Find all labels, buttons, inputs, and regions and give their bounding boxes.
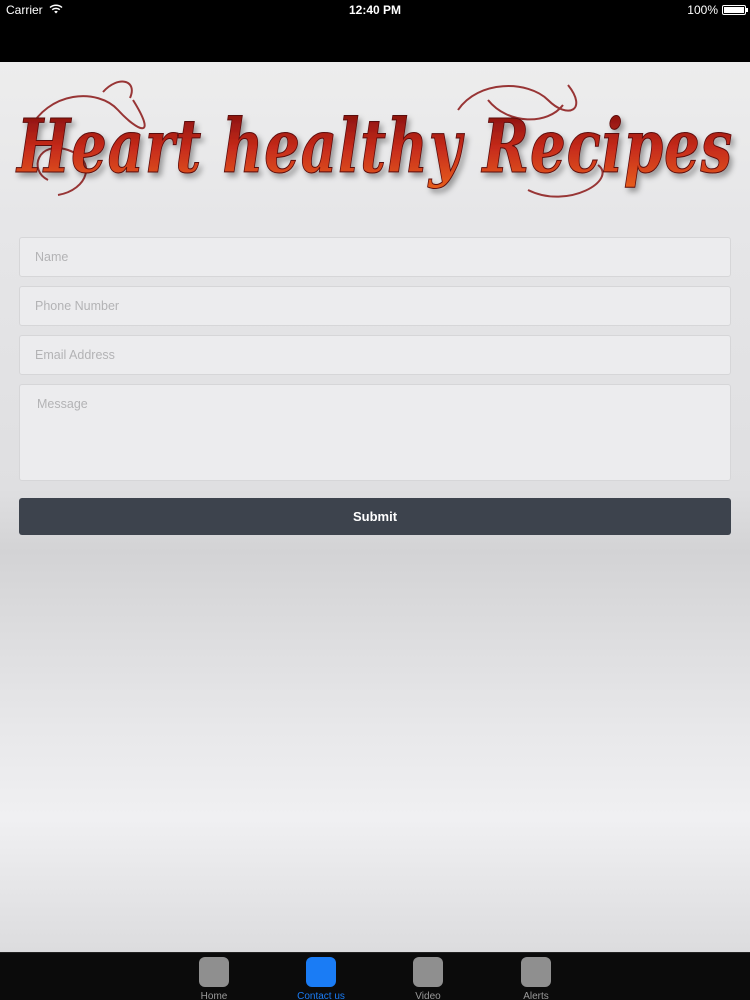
tab-alerts-label: Alerts (523, 991, 549, 1000)
battery-level (724, 7, 744, 13)
app-screen: Carrier 12:40 PM 100% Heart healthy Reci… (0, 0, 750, 1000)
status-bar: Carrier 12:40 PM 100% (0, 0, 750, 62)
contact-icon (306, 957, 336, 987)
tab-bar: Home Contact us Video Alerts (0, 952, 750, 1000)
tab-alerts[interactable]: Alerts (491, 955, 581, 1000)
tab-contact-us-label: Contact us (297, 991, 345, 1000)
tab-video[interactable]: Video (383, 955, 473, 1000)
tab-video-label: Video (415, 991, 441, 1000)
status-right: 100% (687, 3, 748, 17)
tab-contact-us[interactable]: Contact us (276, 955, 366, 1000)
phone-field[interactable] (19, 286, 731, 326)
tab-home-label: Home (200, 991, 228, 1000)
email-field[interactable] (19, 335, 731, 375)
logo-text: Heart healthy Recipes (15, 104, 733, 190)
battery-percent: 100% (687, 3, 718, 17)
alerts-icon (521, 957, 551, 987)
tab-home[interactable]: Home (169, 955, 259, 1000)
video-icon (413, 957, 443, 987)
message-field[interactable] (19, 384, 731, 481)
status-time: 12:40 PM (348, 3, 402, 17)
submit-button[interactable]: Submit (19, 498, 731, 535)
battery-icon (722, 5, 748, 15)
content-area: Heart healthy Recipes Submit (0, 62, 750, 952)
name-field[interactable] (19, 237, 731, 277)
home-icon (199, 957, 229, 987)
header-logo: Heart healthy Recipes (8, 70, 742, 210)
